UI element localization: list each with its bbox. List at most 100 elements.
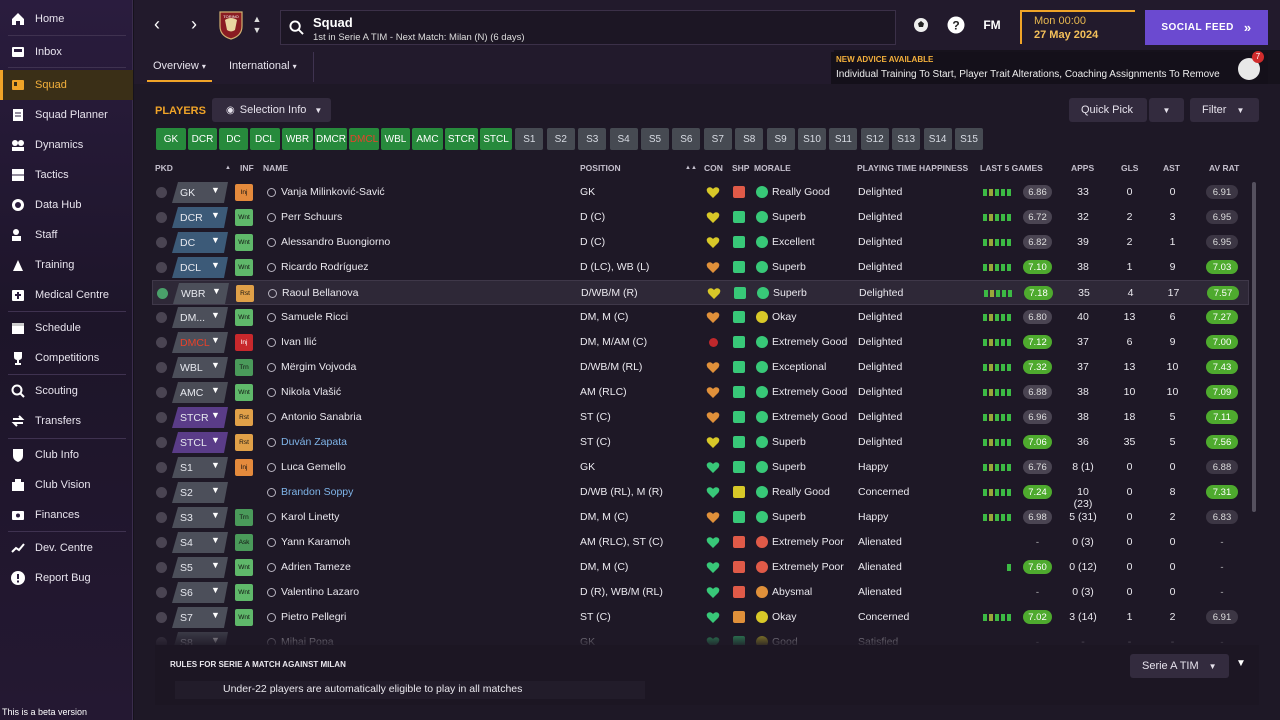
sidebar-item-staff[interactable]: Staff (0, 220, 133, 250)
forward-button[interactable]: › (182, 12, 206, 36)
sidebar-item-home[interactable]: Home (0, 4, 133, 34)
sidebar-item-training[interactable]: Training (0, 250, 133, 280)
picked-toggle[interactable] (156, 587, 167, 598)
table-row[interactable]: DCL ▼ Wnt Ricardo Rodríguez D (LC), WB (L) Su… (152, 255, 1249, 280)
table-row[interactable]: STCL ▼ Rst Duván Zapata ST (C) Superb Delighte… (152, 430, 1249, 455)
position-filter-amc[interactable]: AMC (412, 128, 443, 150)
position-filter-stcr[interactable]: STCR (445, 128, 478, 150)
picked-toggle[interactable] (156, 537, 167, 548)
sidebar-item-tactics[interactable]: Tactics (0, 160, 133, 190)
picked-toggle[interactable] (156, 262, 167, 273)
position-filter-s9[interactable]: S9 (766, 128, 795, 150)
table-row[interactable]: DMCL ▼ Inj Ivan Ilić DM, M/AM (C) Extremely G… (152, 330, 1249, 355)
picked-toggle[interactable] (156, 512, 167, 523)
picked-toggle[interactable] (156, 212, 167, 223)
player-name[interactable]: Duván Zapata (281, 436, 347, 448)
picked-toggle[interactable] (156, 362, 167, 373)
sidebar-item-dev-centre[interactable]: Dev. Centre (0, 533, 133, 563)
position-filter-s14[interactable]: S14 (923, 128, 952, 150)
table-row[interactable]: DCR ▼ Wnt Perr Schuurs D (C) Superb Delighted 6… (152, 205, 1249, 230)
player-name[interactable]: Antonio Sanabria (281, 411, 362, 423)
col-con[interactable]: CON (704, 163, 723, 173)
col-inf[interactable]: INF (240, 163, 254, 173)
col-apps[interactable]: APPS (1071, 163, 1094, 173)
position-filter-dcr[interactable]: DCR (188, 128, 217, 150)
position-filter-dcl[interactable]: DCL (250, 128, 280, 150)
sidebar-item-finances[interactable]: Finances (0, 500, 133, 530)
position-filter-s1[interactable]: S1 (515, 128, 544, 150)
table-row[interactable]: GK ▼ Inj Vanja Milinković-Savić GK Really Goo… (152, 180, 1249, 205)
picked-toggle[interactable] (156, 487, 167, 498)
position-filter-s6[interactable]: S6 (672, 128, 701, 150)
picked-toggle[interactable] (156, 312, 167, 323)
table-row[interactable]: S5 ▼ Wnt Adrien Tameze DM, M (C) Extremely Po… (152, 555, 1249, 580)
sidebar-item-dynamics[interactable]: Dynamics (0, 130, 133, 160)
sidebar-item-competitions[interactable]: Competitions (0, 343, 133, 373)
position-filter-dmcr[interactable]: DMCR (315, 128, 347, 150)
player-name[interactable]: Yann Karamoh (281, 536, 350, 548)
picked-toggle[interactable] (156, 187, 167, 198)
picked-toggle[interactable] (156, 337, 167, 348)
table-row[interactable]: S6 ▼ Wnt Valentino Lazaro D (R), WB/M (RL) Ab… (152, 580, 1249, 605)
player-name[interactable]: Karol Linetty (281, 511, 339, 523)
player-name[interactable]: Raoul Bellanova (282, 287, 358, 299)
position-filter-dc[interactable]: DC (219, 128, 248, 150)
sort-arrows-icon[interactable]: ▲▲ (685, 165, 697, 171)
fm-menu-button[interactable]: FM (981, 14, 1003, 36)
col-morale[interactable]: MORALE (754, 163, 791, 173)
search-box[interactable]: Squad 1st in Serie A TIM - Next Match: M… (280, 10, 896, 45)
sidebar-item-squad-planner[interactable]: Squad Planner (0, 100, 133, 130)
sidebar-item-transfers[interactable]: Transfers (0, 406, 133, 436)
table-row[interactable]: S3 ▼ Trn Karol Linetty DM, M (C) Superb Happy 6… (152, 505, 1249, 530)
sidebar-item-schedule[interactable]: Schedule (0, 313, 133, 343)
position-filter-s2[interactable]: S2 (546, 128, 575, 150)
player-name[interactable]: Nikola Vlašić (281, 386, 341, 398)
position-filter-s13[interactable]: S13 (892, 128, 921, 150)
selection-info-button[interactable]: ◉ Selection Info ▼ (212, 98, 331, 122)
sidebar-item-medical-centre[interactable]: Medical Centre (0, 280, 133, 310)
sidebar-item-club-info[interactable]: Club Info (0, 440, 133, 470)
col-ast[interactable]: AST (1163, 163, 1180, 173)
sidebar-item-club-vision[interactable]: Club Vision (0, 470, 133, 500)
social-feed-button[interactable]: SOCIAL FEED » (1145, 10, 1268, 45)
club-switch-arrows[interactable]: ▲ ▼ (251, 14, 263, 36)
picked-toggle[interactable] (156, 612, 167, 623)
club-crest-icon[interactable]: TORINO (218, 10, 244, 40)
col-shp[interactable]: SHP (732, 163, 749, 173)
col-position[interactable]: POSITION (580, 163, 621, 173)
table-scrollbar[interactable] (1252, 182, 1256, 512)
player-name[interactable]: Brandon Soppy (281, 486, 353, 498)
tab-international[interactable]: International ▾ (229, 60, 297, 72)
position-filter-s7[interactable]: S7 (703, 128, 732, 150)
advice-banner[interactable]: NEW ADVICE AVAILABLE Individual Training… (831, 51, 1268, 84)
position-filter-s3[interactable]: S3 (578, 128, 607, 150)
position-filter-s4[interactable]: S4 (609, 128, 638, 150)
position-filter-s15[interactable]: S15 (955, 128, 983, 150)
sidebar-item-squad[interactable]: Squad (0, 70, 133, 100)
player-name[interactable]: Luca Gemello (281, 461, 346, 473)
position-filter-stcl[interactable]: STCL (480, 128, 512, 150)
picked-toggle[interactable] (156, 387, 167, 398)
position-filter-wbl[interactable]: WBL (381, 128, 410, 150)
ball-icon[interactable] (910, 14, 932, 36)
sidebar-item-data-hub[interactable]: Data Hub (0, 190, 133, 220)
position-filter-s8[interactable]: S8 (735, 128, 764, 150)
player-name[interactable]: Ricardo Rodríguez (281, 261, 369, 273)
position-filter-s12[interactable]: S12 (860, 128, 889, 150)
col-pkd[interactable]: PKD (155, 163, 173, 173)
col-gls[interactable]: GLS (1121, 163, 1138, 173)
help-icon[interactable]: ? (945, 14, 967, 36)
position-filter-s10[interactable]: S10 (798, 128, 826, 150)
quick-pick-dropdown[interactable]: ▼ (1149, 98, 1184, 122)
sidebar-item-report-bug[interactable]: Report Bug (0, 563, 133, 593)
col-avrat[interactable]: AV RAT (1209, 163, 1239, 173)
table-row[interactable]: AMC ▼ Wnt Nikola Vlašić AM (RLC) Extremely Go… (152, 380, 1249, 405)
position-filter-dmcl[interactable]: DMCL (349, 128, 379, 150)
position-filter-s11[interactable]: S11 (829, 128, 858, 150)
table-row[interactable]: WBL ▼ Trn Mërgim Vojvoda D/WB/M (RL) Exceptio… (152, 355, 1249, 380)
col-name[interactable]: NAME (263, 163, 288, 173)
table-row[interactable]: S2 ▼ Brandon Soppy D/WB (RL), M (R) Really G… (152, 480, 1249, 510)
player-name[interactable]: Mërgim Vojvoda (281, 361, 356, 373)
player-name[interactable]: Alessandro Buongiorno (281, 236, 390, 248)
sidebar-item-scouting[interactable]: Scouting (0, 376, 133, 406)
